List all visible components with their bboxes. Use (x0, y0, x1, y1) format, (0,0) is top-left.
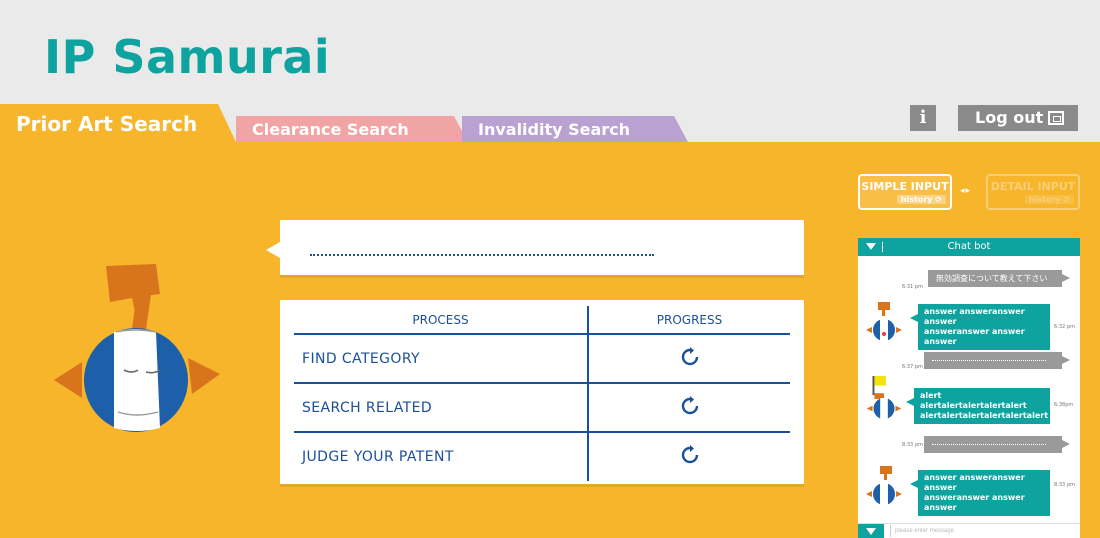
bot-avatar-icon (866, 466, 902, 505)
process-name: JUDGE YOUR PATENT (294, 432, 589, 481)
refresh-icon (681, 445, 698, 464)
progress-cell (588, 432, 790, 481)
divider (882, 242, 883, 252)
bot-message: answer answeranswer answer answeranswer … (910, 470, 1050, 516)
user-message (924, 436, 1070, 453)
tab-label: Clearance Search (252, 120, 409, 139)
table-header-row: PROCESS PROGRESS (294, 306, 790, 335)
logout-button[interactable]: Log out (958, 105, 1078, 131)
table-row: SEARCH RELATED (294, 383, 790, 433)
info-button[interactable]: i (910, 105, 936, 131)
user-message: 無効調査について教えて下さい (928, 270, 1070, 287)
chat-input-bar (858, 523, 1080, 538)
progress-cell (588, 334, 790, 384)
simple-history-link[interactable]: history ⟳ (896, 195, 946, 204)
tab-invalidity-search[interactable]: Invalidity Search (462, 116, 688, 142)
chat-title: Chat bot (947, 241, 991, 252)
detail-input-label: DETAIL INPUT (990, 180, 1076, 193)
bot-message-line: alertalertalertalertalertalert (920, 411, 1049, 420)
bot-alert-avatar-icon (866, 376, 902, 420)
detail-history-link[interactable]: history ⟳ (1024, 195, 1074, 204)
search-box (266, 220, 804, 275)
swap-arrows-icon[interactable]: ◂▸ (960, 185, 971, 196)
header: IP Samurai (0, 0, 1100, 104)
logout-label: Log out (975, 108, 1044, 127)
refresh-icon (681, 346, 698, 365)
message-time: 6:32 pm (1054, 324, 1075, 330)
detail-input-button[interactable]: DETAIL INPUT history ⟳ (986, 174, 1080, 210)
message-time: 8:33 pm (902, 442, 923, 448)
bot-message-line: answer answeranswer answer (924, 473, 1025, 492)
process-name: FIND CATEGORY (294, 334, 589, 384)
table-row: JUDGE YOUR PATENT (294, 432, 790, 481)
bot-message: answer answeranswer answer answeranswer … (910, 304, 1050, 350)
progress-cell (588, 383, 790, 433)
process-name: SEARCH RELATED (294, 383, 589, 433)
bot-message-line: answeranswer answer answer (924, 327, 1025, 346)
chat-menu-toggle-icon[interactable] (858, 524, 884, 538)
chatbot-panel: Chat bot 6:31 pm 無効調査について教えて下さい answer a… (858, 238, 1080, 538)
bot-alert-message: alert alertalertalertalertalert alertale… (906, 388, 1050, 424)
progress-table: PROCESS PROGRESS FIND CATEGORY SEARCH RE… (294, 306, 790, 481)
message-time: 6:37 pm (902, 364, 923, 370)
samurai-mascot-icon (54, 264, 220, 432)
message-placeholder-dots (932, 444, 1046, 445)
tab-clearance-search[interactable]: Clearance Search (236, 116, 468, 142)
message-placeholder-dots (932, 360, 1046, 361)
tab-label: Invalidity Search (478, 120, 631, 139)
simple-input-label: SIMPLE INPUT (861, 180, 949, 193)
progress-card: PROCESS PROGRESS FIND CATEGORY SEARCH RE… (280, 300, 804, 484)
tab-prior-art-search[interactable]: Prior Art Search (0, 104, 236, 142)
logout-icon (1048, 111, 1064, 125)
search-input[interactable] (310, 242, 654, 256)
progress-header: PROGRESS (588, 306, 790, 335)
message-time: 6:31 pm (902, 284, 923, 290)
chat-message-input[interactable] (890, 525, 1070, 537)
process-header: PROCESS (294, 306, 589, 335)
tab-label: Prior Art Search (16, 112, 198, 136)
bot-message-line: answer answeranswer answer (924, 307, 1025, 326)
collapse-icon[interactable] (866, 243, 876, 250)
simple-input-button[interactable]: SIMPLE INPUT history ⟳ (858, 174, 952, 210)
message-time: 6:38pm (1054, 402, 1074, 408)
chat-header[interactable]: Chat bot (858, 238, 1080, 256)
bot-message-line: alert alertalertalertalertalert (920, 391, 1027, 410)
message-time: 8:33 pm (1054, 482, 1075, 488)
app-logo[interactable]: IP Samurai (44, 30, 330, 84)
table-row: FIND CATEGORY (294, 334, 790, 384)
user-message (924, 352, 1070, 369)
refresh-icon (681, 395, 698, 414)
bot-message-line: answeranswer answer answer (924, 493, 1025, 512)
bot-avatar-icon (866, 302, 902, 341)
